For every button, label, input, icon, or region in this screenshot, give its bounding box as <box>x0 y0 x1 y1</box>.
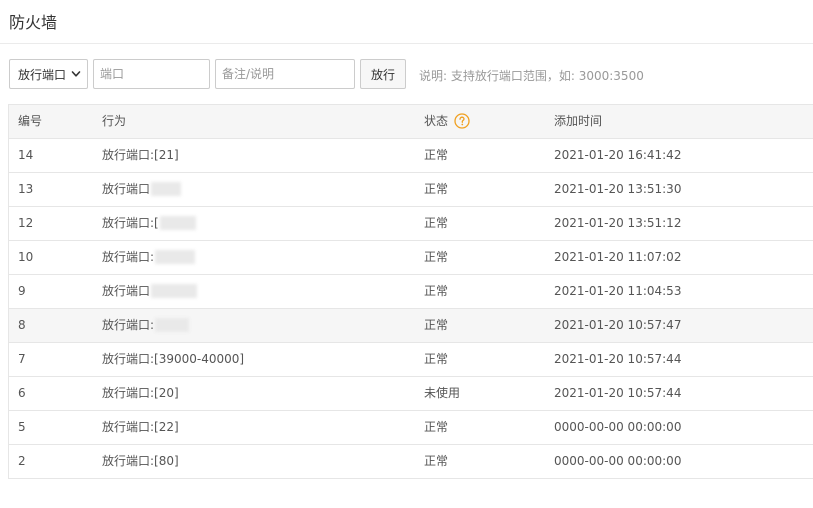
row-status: 正常 <box>424 216 449 230</box>
page-title: 防火墙 <box>9 13 58 32</box>
header-status-label: 状态 <box>424 114 449 128</box>
row-status: 正常 <box>424 250 449 264</box>
redacted-text <box>151 181 182 196</box>
row-id: 9 <box>18 284 26 298</box>
row-id: 6 <box>18 386 26 400</box>
redacted-text <box>155 317 190 332</box>
table-row: 7 放行端口:[39000-40000] 正常 2021-01-20 10:57… <box>9 343 813 377</box>
firewall-page: 防火墙 放行端口 放行 说明: 支持放行端口范围，如: 3000:3500 编号… <box>0 0 813 508</box>
row-status: 正常 <box>424 454 449 468</box>
row-time: 2021-01-20 11:07:02 <box>554 250 682 264</box>
table-row: 2 放行端口:[80] 正常 0000-00-00 00:00:00 <box>9 445 813 479</box>
table-row: 8 放行端口: 正常 2021-01-20 10:57:47 <box>9 309 813 343</box>
header-time: 添加时间 <box>554 114 603 128</box>
row-status: 正常 <box>424 318 449 332</box>
row-action: 放行端口:[80] <box>102 454 179 468</box>
row-action-cell: 放行端口:[ <box>102 207 196 240</box>
row-action: 放行端口:[20] <box>102 386 179 400</box>
row-id: 12 <box>18 216 34 230</box>
row-action: 放行端口:[39000-40000] <box>102 352 245 366</box>
row-action: 放行端口:[ <box>102 216 159 230</box>
row-time: 0000-00-00 00:00:00 <box>554 454 682 468</box>
row-time: 2021-01-20 13:51:30 <box>554 182 682 196</box>
allow-button[interactable]: 放行 <box>360 59 406 89</box>
row-id: 13 <box>18 182 34 196</box>
row-action: 放行端口: <box>102 250 155 264</box>
row-time: 2021-01-20 10:57:44 <box>554 386 682 400</box>
header-status: 状态 <box>424 105 470 138</box>
row-action: 放行端口 <box>102 182 151 196</box>
port-input[interactable] <box>93 59 210 89</box>
table-row: 9 放行端口 正常 2021-01-20 11:04:53 <box>9 275 813 309</box>
row-time: 2021-01-20 10:57:47 <box>554 318 682 332</box>
row-status: 正常 <box>424 182 449 196</box>
row-action: 放行端口:[21] <box>102 148 179 162</box>
row-action-cell: 放行端口: <box>102 241 196 274</box>
row-action: 放行端口: <box>102 318 155 332</box>
header-action: 行为 <box>102 114 127 128</box>
table-header-row: 编号 行为 状态 添加时间 <box>9 105 813 139</box>
row-action: 放行端口 <box>102 284 151 298</box>
rule-type-select-value: 放行端口 <box>18 67 67 82</box>
table-row: 6 放行端口:[20] 未使用 2021-01-20 10:57:44 <box>9 377 813 411</box>
table-row: 10 放行端口: 正常 2021-01-20 11:07:02 <box>9 241 813 275</box>
chevron-down-icon <box>71 71 81 77</box>
row-status: 未使用 <box>424 386 461 400</box>
row-id: 7 <box>18 352 26 366</box>
row-id: 2 <box>18 454 26 468</box>
port-range-hint: 说明: 支持放行端口范围，如: 3000:3500 <box>419 69 644 83</box>
row-time: 2021-01-20 11:04:53 <box>554 284 682 298</box>
table-row: 14 放行端口:[21] 正常 2021-01-20 16:41:42 <box>9 139 813 173</box>
row-id: 10 <box>18 250 34 264</box>
header-id: 编号 <box>18 114 43 128</box>
table-row: 12 放行端口:[ 正常 2021-01-20 13:51:12 <box>9 207 813 241</box>
rule-type-select[interactable]: 放行端口 <box>9 59 88 89</box>
row-id: 8 <box>18 318 26 332</box>
note-input[interactable] <box>215 59 355 89</box>
redacted-text <box>151 283 198 298</box>
row-id: 5 <box>18 420 26 434</box>
row-time: 2021-01-20 10:57:44 <box>554 352 682 366</box>
row-action-cell: 放行端口 <box>102 173 182 206</box>
question-circle-icon[interactable] <box>454 112 470 129</box>
row-status: 正常 <box>424 148 449 162</box>
firewall-rules-table: 编号 行为 状态 添加时间 14 放行端口:[21] 正常 2021-01-20… <box>8 104 813 479</box>
row-status: 正常 <box>424 352 449 366</box>
row-time: 0000-00-00 00:00:00 <box>554 420 682 434</box>
table-row: 5 放行端口:[22] 正常 0000-00-00 00:00:00 <box>9 411 813 445</box>
row-action: 放行端口:[22] <box>102 420 179 434</box>
row-time: 2021-01-20 13:51:12 <box>554 216 682 230</box>
row-action-cell: 放行端口: <box>102 309 190 342</box>
row-status: 正常 <box>424 284 449 298</box>
title-divider <box>0 43 813 44</box>
row-action-cell: 放行端口 <box>102 275 198 308</box>
table-row: 13 放行端口 正常 2021-01-20 13:51:30 <box>9 173 813 207</box>
row-status: 正常 <box>424 420 449 434</box>
row-time: 2021-01-20 16:41:42 <box>554 148 682 162</box>
redacted-text <box>159 215 196 230</box>
row-id: 14 <box>18 148 34 162</box>
redacted-text <box>155 249 196 264</box>
